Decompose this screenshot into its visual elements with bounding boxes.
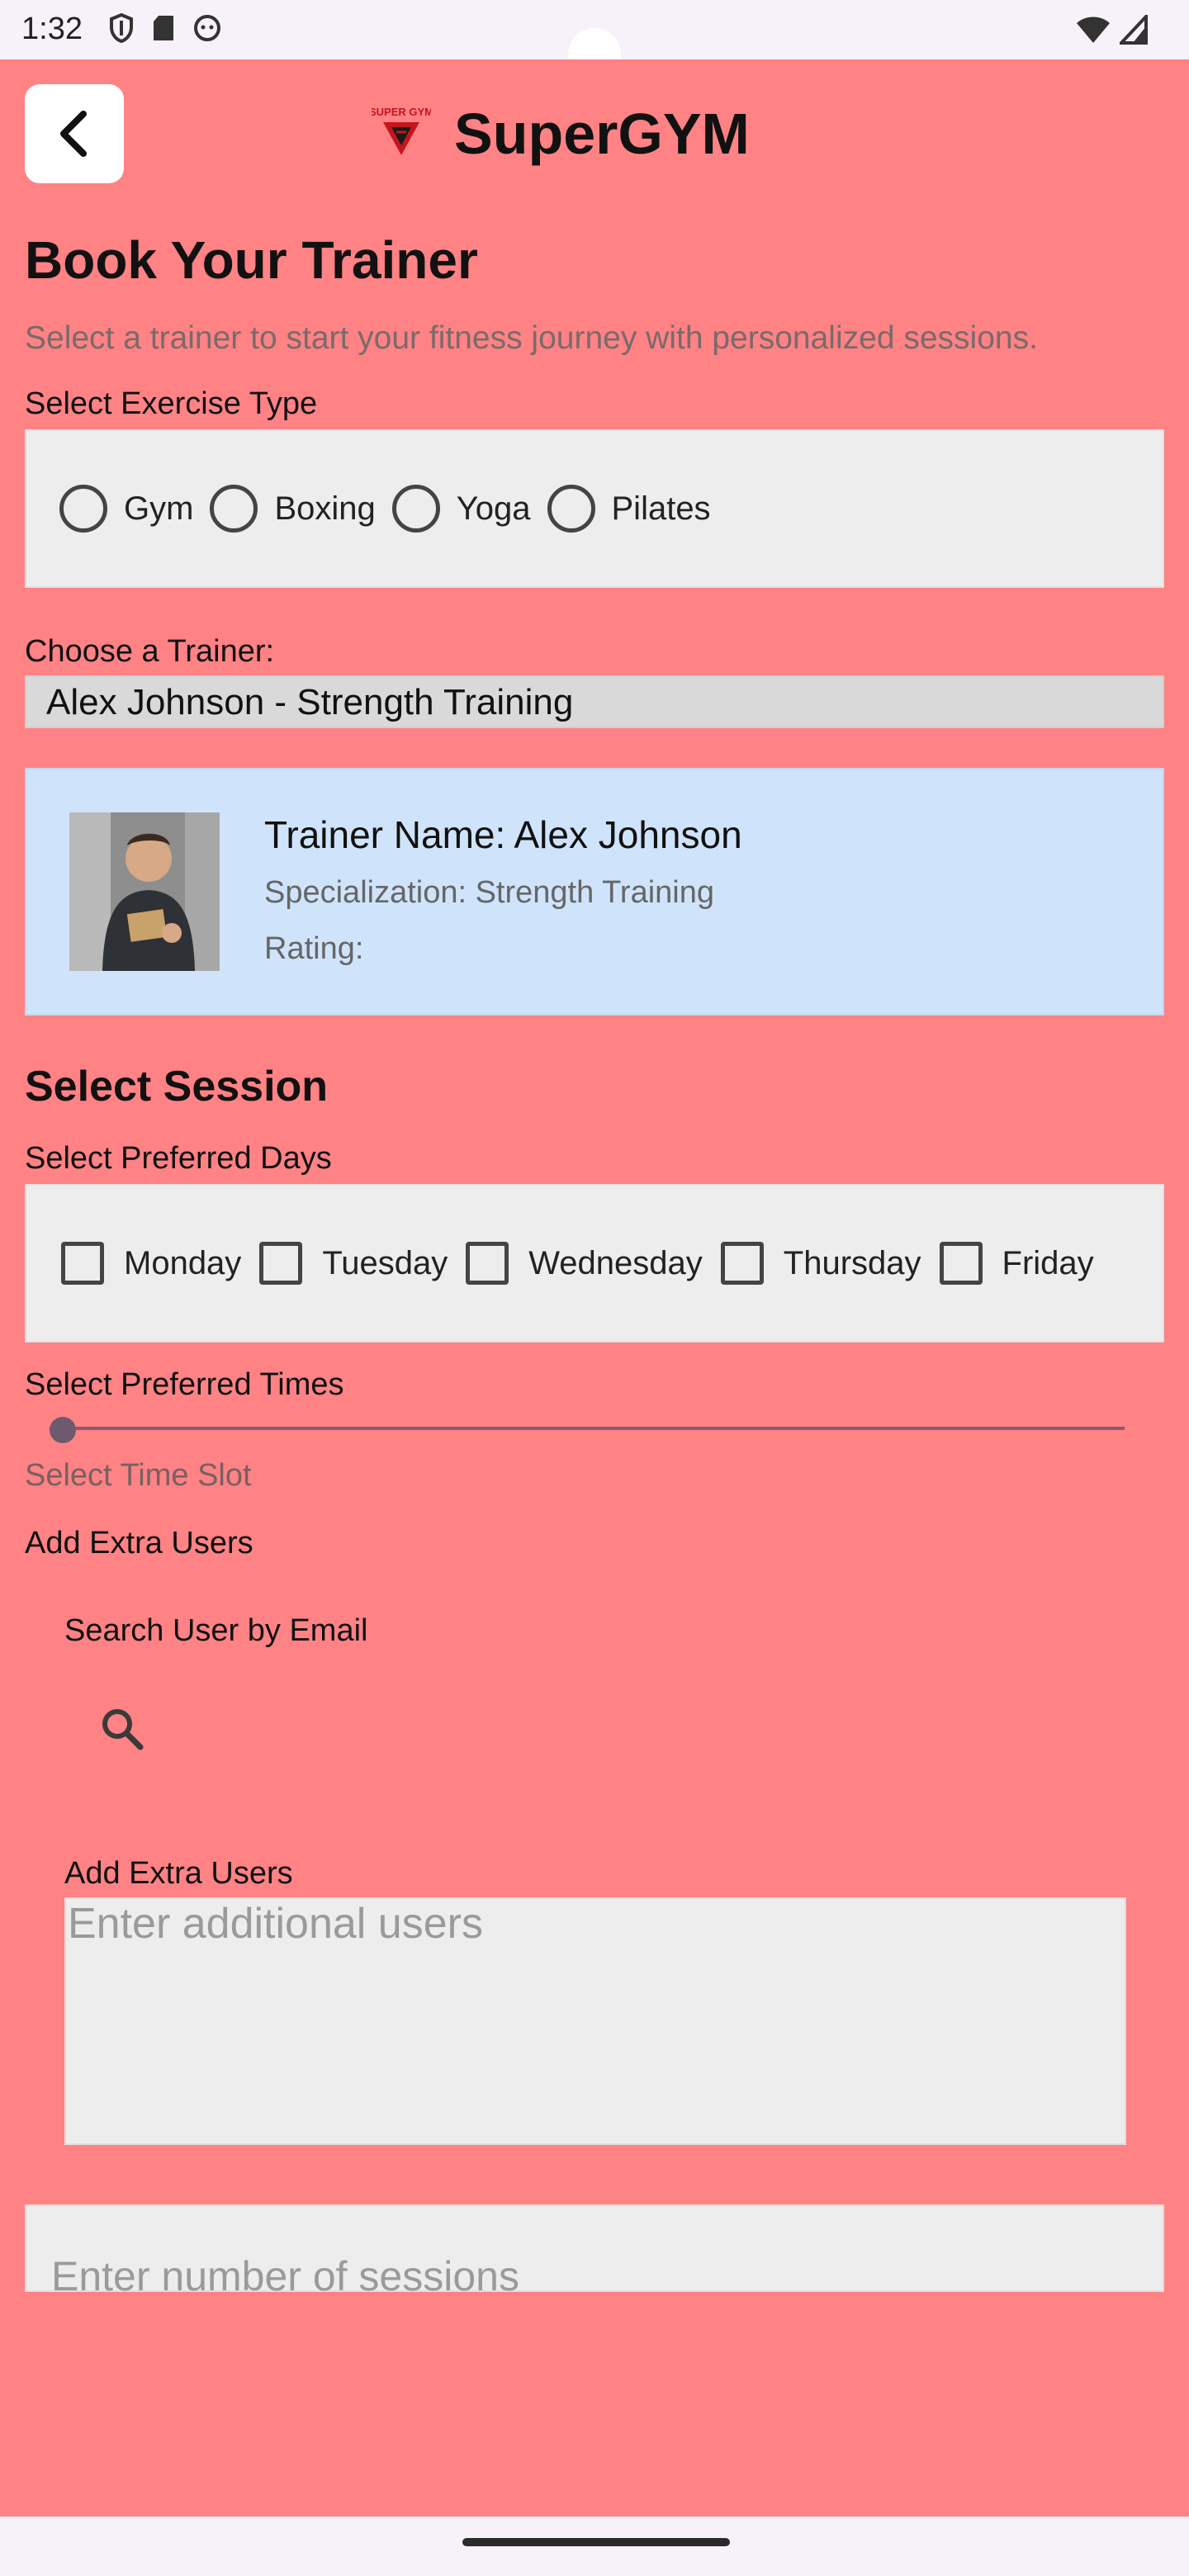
trainer-rating: Rating: (264, 931, 364, 966)
status-time: 1:32 (21, 12, 83, 46)
checkbox-tuesday[interactable]: Tuesday (259, 1242, 448, 1285)
checkbox[interactable] (939, 1242, 983, 1285)
page-subtitle: Select a trainer to start your fitness j… (25, 320, 1038, 356)
radio-label: Boxing (274, 490, 376, 527)
preferred-days-label: Select Preferred Days (25, 1141, 332, 1176)
preferred-times-label: Select Preferred Times (25, 1367, 344, 1402)
radio-button[interactable] (547, 485, 595, 533)
radio-button[interactable] (59, 485, 107, 533)
checkbox[interactable] (466, 1242, 509, 1285)
status-bar: 1:32 (0, 0, 1189, 59)
checkbox[interactable] (259, 1242, 303, 1285)
search-user-label: Search User by Email (64, 1613, 368, 1648)
extra-users-placeholder: Enter additional users (68, 1900, 483, 1948)
radio-button[interactable] (210, 485, 258, 533)
trainer-card: Trainer Name: Alex Johnson Specializatio… (25, 768, 1164, 1016)
checkbox-wednesday[interactable]: Wednesday (466, 1242, 703, 1285)
radio-yoga[interactable]: Yoga (391, 485, 531, 533)
camera-notch (568, 28, 621, 59)
trainer-selected-value: Alex Johnson - Strength Training (46, 682, 574, 722)
status-icons-right (1075, 15, 1148, 45)
trainer-dropdown[interactable]: Alex Johnson - Strength Training (25, 675, 1164, 728)
checkbox-label: Tuesday (322, 1244, 448, 1281)
booking-screen: SUPER GYM SuperGYM Book Your Trainer Sel… (0, 59, 1189, 2517)
radio-boxing[interactable]: Boxing (210, 485, 376, 533)
wifi-icon (1077, 17, 1110, 43)
extra-users-textarea[interactable]: Enter additional users (64, 1897, 1126, 2145)
face-icon (194, 15, 220, 41)
checkbox-thursday[interactable]: Thursday (720, 1242, 921, 1285)
checkbox[interactable] (720, 1242, 764, 1285)
checkbox-label: Thursday (783, 1244, 921, 1281)
exercise-type-group: Gym Boxing Yoga Pilates (25, 429, 1164, 588)
app-name: SuperGYM (454, 102, 750, 166)
status-icons-left (109, 13, 221, 43)
add-extra-users-label: Add Extra Users (64, 1856, 293, 1891)
radio-label: Pilates (611, 490, 711, 527)
shield-icon (110, 13, 133, 43)
radio-pilates[interactable]: Pilates (547, 485, 711, 533)
home-handle[interactable] (462, 2538, 730, 2546)
checkbox-label: Friday (1002, 1244, 1094, 1281)
radio-gym[interactable]: Gym (59, 485, 193, 533)
checkbox-monday[interactable]: Monday (61, 1242, 241, 1285)
checkbox-friday[interactable]: Friday (939, 1242, 1094, 1285)
time-slider-thumb[interactable] (50, 1417, 76, 1443)
sd-card-icon (154, 16, 173, 40)
brand: SUPER GYM SuperGYM (369, 101, 750, 167)
back-button[interactable] (25, 84, 124, 183)
preferred-days-group: Monday Tuesday Wednesday Thursday Friday (25, 1184, 1164, 1342)
system-nav-bar (0, 2517, 1189, 2576)
time-slot-label: Select Time Slot (25, 1458, 252, 1493)
select-session-title: Select Session (25, 1063, 329, 1110)
radio-label: Gym (124, 490, 194, 527)
time-slider-track[interactable] (50, 1427, 1125, 1430)
checkbox-label: Wednesday (528, 1244, 703, 1281)
svg-text:SUPER GYM: SUPER GYM (372, 106, 431, 118)
sessions-count-input[interactable]: Enter number of sessions (25, 2204, 1164, 2299)
sessions-count-placeholder: Enter number of sessions (51, 2253, 519, 2299)
search-icon[interactable] (97, 1704, 147, 1754)
choose-trainer-label: Choose a Trainer: (25, 634, 275, 669)
checkbox-label: Monday (124, 1244, 242, 1281)
checkbox[interactable] (61, 1242, 104, 1285)
chevron-left-icon (60, 111, 87, 157)
trainer-specialization: Specialization: Strength Training (264, 875, 714, 910)
radio-button[interactable] (391, 485, 440, 533)
trainer-name: Trainer Name: Alex Johnson (264, 813, 742, 856)
extra-users-section-label: Add Extra Users (25, 1526, 253, 1560)
exercise-type-label: Select Exercise Type (25, 386, 318, 421)
trainer-photo (69, 812, 220, 971)
signal-icon (1120, 15, 1148, 45)
radio-label: Yoga (456, 490, 531, 527)
gym-logo: SUPER GYM (369, 104, 433, 163)
page-title: Book Your Trainer (25, 230, 478, 290)
